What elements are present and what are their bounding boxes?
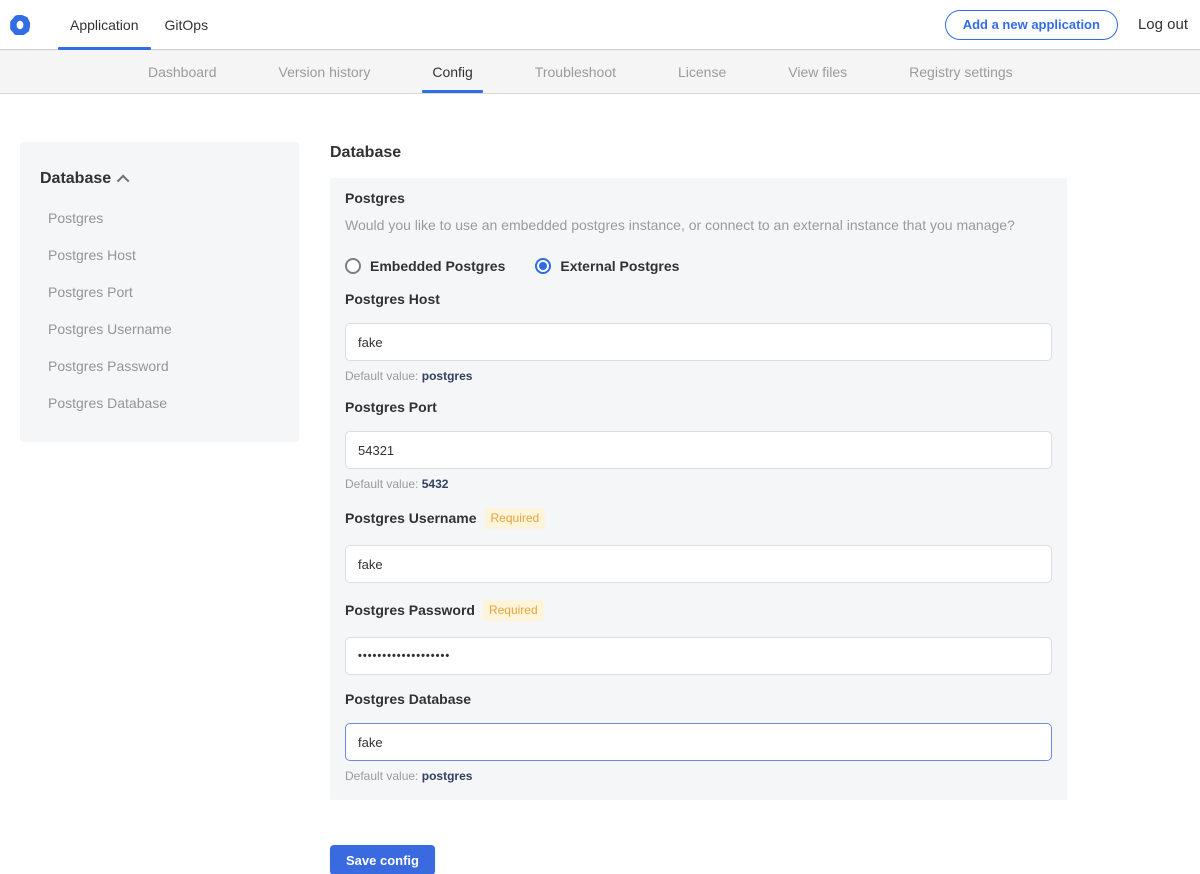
chevron-up-icon	[117, 174, 130, 187]
field-postgres-database: Postgres Database Default value: postgre…	[345, 692, 1052, 783]
config-group-card: Postgres Would you like to use an embedd…	[330, 178, 1067, 800]
field-label-postgres-database: Postgres Database	[345, 692, 1052, 707]
config-main: Database Postgres Would you like to use …	[330, 145, 1067, 874]
field-label-postgres-port: Postgres Port	[345, 400, 1052, 415]
group-help-text: Would you like to use an embedded postgr…	[345, 217, 1052, 233]
group-label: Postgres	[345, 191, 1052, 205]
default-value-helper: Default value: 5432	[345, 478, 1052, 491]
postgres-database-input[interactable]	[345, 723, 1052, 761]
add-application-button[interactable]: Add a new application	[945, 10, 1118, 40]
subnav-tab-dashboard[interactable]: Dashboard	[138, 50, 227, 93]
default-value-prefix: Default value:	[345, 769, 418, 783]
default-value-text: 5432	[422, 477, 449, 491]
field-postgres-username: Postgres Username Required	[345, 508, 1052, 583]
save-config-button[interactable]: Save config	[330, 845, 435, 874]
sidebar-item-postgres-username[interactable]: Postgres Username	[48, 321, 279, 337]
radio-external-postgres[interactable]: External Postgres	[535, 258, 679, 274]
subnav-tab-license[interactable]: License	[668, 50, 736, 93]
subnav-tab-view-files[interactable]: View files	[778, 50, 857, 93]
required-badge: Required	[485, 508, 546, 529]
tab-gitops-label: GitOps	[165, 17, 209, 33]
radio-embedded-label: Embedded Postgres	[370, 258, 505, 274]
sidebar-group-database[interactable]: Database	[40, 170, 279, 188]
radio-checked-icon[interactable]	[535, 258, 551, 274]
radio-embedded-postgres[interactable]: Embedded Postgres	[345, 258, 505, 274]
logout-link[interactable]: Log out	[1138, 16, 1188, 33]
field-label-postgres-password: Postgres Password Required	[345, 600, 1052, 621]
radio-unchecked-icon[interactable]	[345, 258, 361, 274]
required-badge: Required	[483, 600, 544, 621]
content-area: Database Postgres Postgres Host Postgres…	[0, 94, 1200, 874]
field-label-text: Postgres Password	[345, 603, 475, 618]
tab-application-label: Application	[70, 17, 139, 33]
sidebar-item-postgres[interactable]: Postgres	[48, 210, 279, 226]
subnav-tab-registry-settings[interactable]: Registry settings	[899, 50, 1022, 93]
postgres-port-input[interactable]	[345, 431, 1052, 469]
app-logo-icon	[10, 15, 30, 35]
field-label-text: Postgres Port	[345, 400, 437, 415]
default-value-text: postgres	[422, 369, 473, 383]
radio-external-label: External Postgres	[560, 258, 679, 274]
default-value-helper: Default value: postgres	[345, 770, 1052, 783]
page-title: Database	[330, 145, 1067, 161]
default-value-helper: Default value: postgres	[345, 370, 1052, 383]
field-postgres-host: Postgres Host Default value: postgres	[345, 292, 1052, 383]
default-value-prefix: Default value:	[345, 477, 418, 491]
tab-application[interactable]: Application	[57, 0, 152, 49]
postgres-radio-group: Embedded Postgres External Postgres	[345, 257, 1052, 275]
subnav-tab-troubleshoot[interactable]: Troubleshoot	[525, 50, 626, 93]
postgres-username-input[interactable]	[345, 545, 1052, 583]
app-logo[interactable]	[0, 0, 30, 49]
field-label-text: Postgres Database	[345, 692, 471, 707]
sidebar-item-postgres-database[interactable]: Postgres Database	[48, 395, 279, 411]
postgres-password-input[interactable]	[345, 637, 1052, 675]
top-nav: Application GitOps Add a new application…	[0, 0, 1200, 50]
field-label-text: Postgres Username	[345, 511, 477, 526]
tab-gitops[interactable]: GitOps	[152, 0, 222, 49]
sub-nav: Dashboard Version history Config Trouble…	[0, 50, 1200, 94]
default-value-prefix: Default value:	[345, 369, 418, 383]
default-value-text: postgres	[422, 769, 473, 783]
sidebar-item-postgres-host[interactable]: Postgres Host	[48, 247, 279, 263]
sidebar-item-postgres-password[interactable]: Postgres Password	[48, 358, 279, 374]
field-label-postgres-host: Postgres Host	[345, 292, 1052, 307]
postgres-host-input[interactable]	[345, 323, 1052, 361]
subnav-tab-version-history[interactable]: Version history	[269, 50, 381, 93]
config-sidebar: Database Postgres Postgres Host Postgres…	[20, 142, 299, 442]
sidebar-group-label: Database	[40, 170, 111, 188]
field-label-text: Postgres Host	[345, 292, 440, 307]
field-postgres-port: Postgres Port Default value: 5432	[345, 400, 1052, 491]
sidebar-item-postgres-port[interactable]: Postgres Port	[48, 284, 279, 300]
top-nav-actions: Add a new application Log out	[945, 0, 1200, 49]
field-postgres-password: Postgres Password Required	[345, 600, 1052, 675]
field-label-postgres-username: Postgres Username Required	[345, 508, 1052, 529]
subnav-tab-config[interactable]: Config	[422, 50, 482, 93]
top-nav-tabs: Application GitOps	[57, 0, 221, 49]
